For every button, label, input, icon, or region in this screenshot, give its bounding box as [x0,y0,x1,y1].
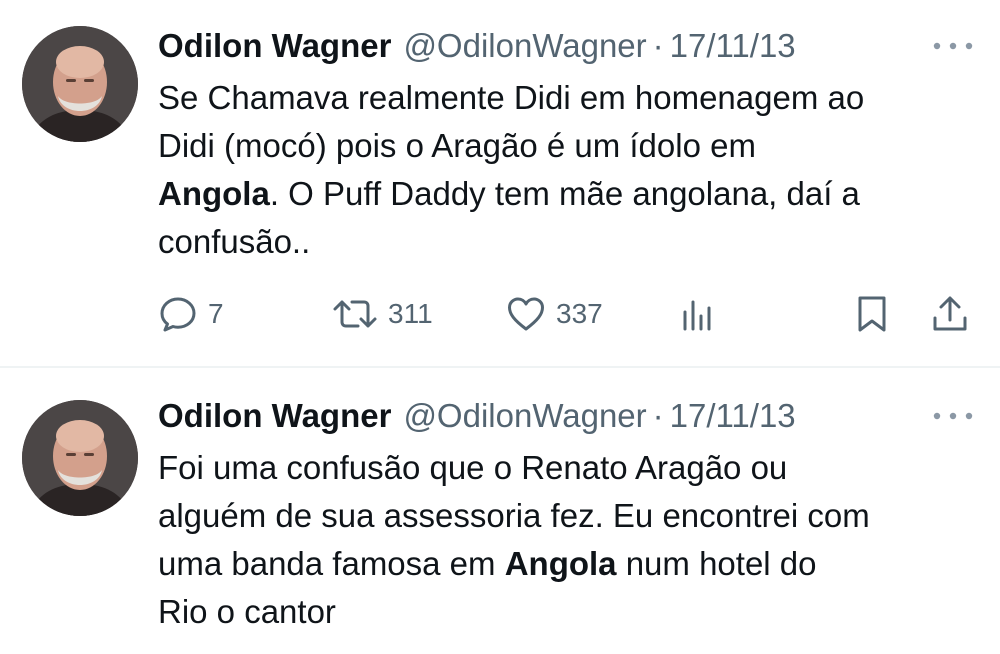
author-name[interactable]: Odilon Wagner [158,397,391,435]
author-handle[interactable]: @OdilonWagner [403,397,646,435]
reply-count: 7 [208,298,224,329]
heart-icon [506,294,546,334]
like-count: 337 [556,298,603,329]
tweet[interactable]: Odilon Wagner @OdilonWagner · 17/11/13 S… [0,0,1000,368]
tweet-text-line: Didi (mocó) pois o Aragão é um ídolo em [158,127,756,164]
tweet-text-line: Se Chamava realmente Didi em homenagem a… [158,79,865,116]
tweet-text-line: Foi uma confusão que o Renato Aragão ou [158,449,788,486]
tweet-date[interactable]: 17/11/13 [670,27,796,65]
tweet-text-line: Rio o cantor [158,593,336,630]
views-icon [678,294,718,334]
views-button[interactable] [678,288,718,340]
retweet-count: 311 [388,298,433,329]
share-icon [930,294,970,334]
tweet-text: Foi uma confusão que o Renato Aragão ou … [158,444,988,636]
reply-button[interactable]: 7 [158,288,224,340]
tweet-actions: 7 311 337 [158,288,978,340]
tweet-text-line: confusão.. [158,223,311,260]
tweet-text-line: Angola. O Puff Daddy tem mãe angolana, d… [158,170,988,218]
tweet-text: Se Chamava realmente Didi em homenagem a… [158,74,988,266]
separator-dot: · [652,27,664,64]
avatar-image [22,400,138,516]
tweet[interactable]: Odilon Wagner @OdilonWagner · 17/11/13 F… [0,368,1000,654]
avatar-image [22,26,138,142]
tweet-text-fragment: num hotel do [616,545,817,582]
tweet-header: Odilon Wagner @OdilonWagner · 17/11/13 [158,26,796,66]
tweet-text-line: alguém de sua assessoria fez. Eu encontr… [158,497,870,534]
tweet-date[interactable]: 17/11/13 [670,397,796,435]
bookmark-button[interactable] [852,288,892,340]
separator-dot: · [652,397,664,434]
tweet-text-fragment: . O Puff Daddy tem mãe angolana, daí a [269,175,860,212]
author-handle[interactable]: @OdilonWagner [403,27,646,65]
tweet-text-fragment: uma banda famosa em [158,545,505,582]
highlight-keyword: Angola [504,545,617,582]
more-icon[interactable] [928,34,978,58]
avatar[interactable] [22,400,138,516]
reply-icon [158,294,198,334]
tweet-header: Odilon Wagner @OdilonWagner · 17/11/13 [158,396,796,436]
retweet-button[interactable]: 311 [332,288,433,340]
share-button[interactable] [930,288,970,340]
tweet-text-line: uma banda famosa em Angola num hotel do [158,540,988,588]
author-name[interactable]: Odilon Wagner [158,27,391,65]
like-button[interactable]: 337 [506,288,603,340]
retweet-icon [332,294,378,334]
bookmark-icon [852,294,892,334]
avatar[interactable] [22,26,138,142]
more-icon[interactable] [928,404,978,428]
highlight-keyword: Angola [158,175,270,212]
